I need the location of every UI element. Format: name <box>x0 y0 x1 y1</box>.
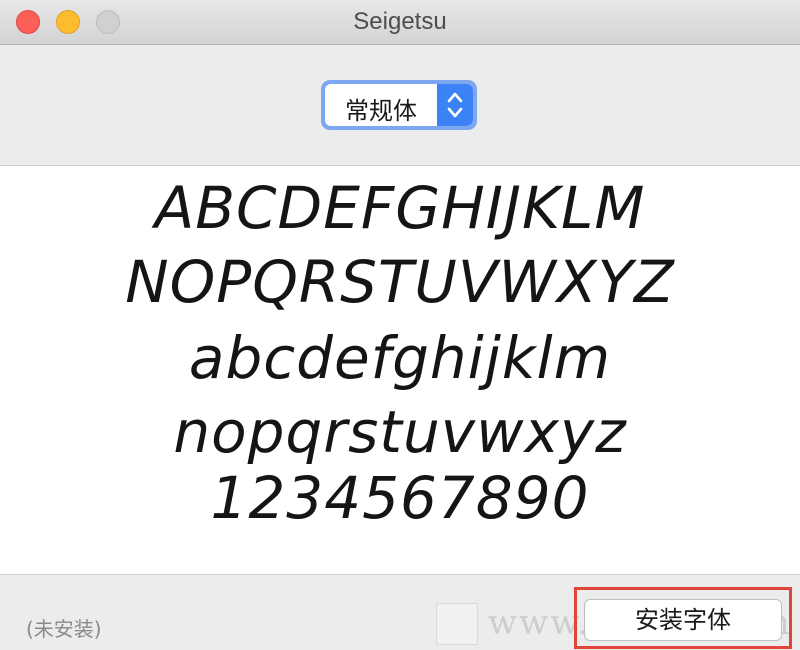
install-status: (未安装) <box>26 617 102 641</box>
preview-digits: 1234567890 <box>210 464 590 532</box>
font-preview-area: ABCDEFGHIJKLM NOPQRSTUVWXYZ abcdefghijkl… <box>0 166 800 575</box>
chevron-up-down-icon[interactable] <box>437 84 473 126</box>
preview-lowercase-1: abcdefghijklm <box>188 324 612 392</box>
watermark-logo-icon <box>436 603 478 645</box>
font-preview-window: Seigetsu 常规体 ABCDEFGHIJKLM NOPQRSTUVWXYZ… <box>0 0 800 650</box>
preview-uppercase-1: ABCDEFGHIJKLM <box>154 174 646 242</box>
window-title: Seigetsu <box>353 8 447 35</box>
toolbar: 常规体 <box>0 45 800 166</box>
font-style-selected-value: 常规体 <box>345 97 417 125</box>
font-style-select-field[interactable]: 常规体 <box>325 84 473 126</box>
title-bar[interactable]: Seigetsu <box>0 0 800 45</box>
preview-uppercase-2: NOPQRSTUVWXYZ <box>125 248 675 316</box>
font-style-select[interactable]: 常规体 <box>321 80 477 130</box>
footer: (未安装) www.MacW.com 安装字体 <box>0 575 800 650</box>
install-button-highlight <box>574 587 792 649</box>
preview-lowercase-2: nopqrstuvwxyz <box>173 398 627 466</box>
